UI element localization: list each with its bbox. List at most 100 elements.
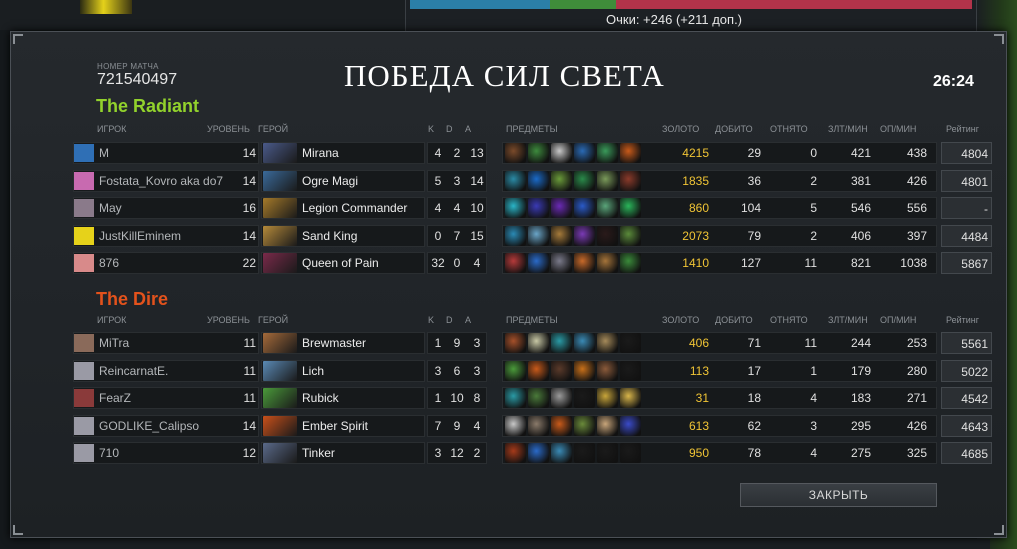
item-icon[interactable]: [597, 253, 618, 273]
item-icon[interactable]: [551, 388, 572, 408]
item-icon[interactable]: [620, 388, 641, 408]
item-icon[interactable]: [505, 253, 526, 273]
player-avatar[interactable]: [74, 334, 94, 352]
hero-portrait-icon[interactable]: [263, 360, 297, 381]
player-row[interactable]: 710 12 Tinker 3 12 2 950 78 4 275 325 4685: [73, 442, 992, 464]
item-icon[interactable]: [551, 253, 572, 273]
player-avatar[interactable]: [74, 199, 94, 217]
item-icon[interactable]: [551, 225, 572, 246]
item-icon[interactable]: [574, 143, 595, 163]
hero-portrait-icon[interactable]: [263, 388, 297, 408]
item-icon[interactable]: [528, 253, 549, 273]
player-row[interactable]: May 16 Legion Commander 4 4 10 860 104 5 546 556 -: [73, 197, 992, 219]
hero-portrait-icon[interactable]: [263, 225, 297, 246]
item-icon[interactable]: [505, 333, 526, 353]
player-row[interactable]: M 14 Mirana 4 2 13 4215 29 0 421 438 4804: [73, 142, 992, 164]
item-icon[interactable]: [551, 143, 572, 163]
item-icon[interactable]: [620, 143, 641, 163]
player-name[interactable]: MiTra: [99, 336, 227, 350]
item-icon[interactable]: [505, 415, 526, 436]
item-icon[interactable]: [505, 198, 526, 218]
item-icon[interactable]: [528, 143, 549, 163]
hero-portrait-icon[interactable]: [263, 170, 297, 191]
item-icon[interactable]: [528, 415, 549, 436]
item-icon[interactable]: [551, 198, 572, 218]
player-row[interactable]: MiTra 11 Brewmaster 1 9 3 406 71 11 244 253 5561: [73, 332, 992, 354]
close-button[interactable]: ЗАКРЫТЬ: [740, 483, 937, 507]
item-icon[interactable]: [597, 143, 618, 163]
item-icon[interactable]: [597, 388, 618, 408]
item-icon[interactable]: [620, 253, 641, 273]
item-icon[interactable]: [597, 333, 618, 353]
hero-portrait-icon[interactable]: [263, 198, 297, 218]
player-row[interactable]: GODLIKE_Calipso 14 Ember Spirit 7 9 4 613 62 3 29…: [73, 414, 992, 437]
item-icon[interactable]: [620, 225, 641, 246]
item-icon[interactable]: [505, 225, 526, 246]
item-icon[interactable]: [505, 170, 526, 191]
player-name[interactable]: May: [99, 201, 227, 215]
player-avatar[interactable]: [74, 416, 94, 435]
item-icon[interactable]: [620, 170, 641, 191]
player-row[interactable]: 876 22 Queen of Pain 32 0 4 1410 127 11 821 1038 58…: [73, 252, 992, 274]
item-icon[interactable]: [597, 360, 618, 381]
item-icon[interactable]: [574, 443, 595, 463]
player-name[interactable]: 710: [99, 446, 227, 460]
hero-portrait-icon[interactable]: [263, 253, 297, 273]
item-icon[interactable]: [574, 198, 595, 218]
player-avatar[interactable]: [74, 144, 94, 162]
player-name[interactable]: M: [99, 146, 227, 160]
item-icon[interactable]: [528, 360, 549, 381]
item-icon[interactable]: [528, 225, 549, 246]
item-icon[interactable]: [574, 415, 595, 436]
item-icon[interactable]: [620, 443, 641, 463]
item-icon[interactable]: [620, 360, 641, 381]
player-name[interactable]: GODLIKE_Calipso: [99, 419, 227, 433]
hero-portrait-icon[interactable]: [263, 415, 297, 436]
item-icon[interactable]: [574, 225, 595, 246]
hero-portrait-icon[interactable]: [263, 443, 297, 463]
item-icon[interactable]: [505, 388, 526, 408]
player-avatar[interactable]: [74, 389, 94, 407]
player-avatar[interactable]: [74, 361, 94, 380]
item-icon[interactable]: [574, 360, 595, 381]
player-row[interactable]: ReincarnatE. 11 Lich 3 6 3 113 17 1 179 280 5022: [73, 359, 992, 382]
item-icon[interactable]: [620, 333, 641, 353]
player-row[interactable]: FearZ 11 Rubick 1 10 8 31 18 4 183 271 4542: [73, 387, 992, 409]
item-icon[interactable]: [551, 170, 572, 191]
hero-portrait-icon[interactable]: [263, 143, 297, 163]
item-icon[interactable]: [620, 415, 641, 436]
player-name[interactable]: FearZ: [99, 391, 227, 405]
item-icon[interactable]: [528, 388, 549, 408]
item-icon[interactable]: [574, 253, 595, 273]
item-icon[interactable]: [574, 333, 595, 353]
item-icon[interactable]: [574, 170, 595, 191]
item-icon[interactable]: [505, 443, 526, 463]
player-avatar[interactable]: [74, 226, 94, 245]
player-name[interactable]: JustKillEminem: [99, 229, 227, 243]
player-row[interactable]: Fostata_Kovro aka do7 14 Ogre Magi 5 3 14 1835…: [73, 169, 992, 192]
player-avatar[interactable]: [74, 444, 94, 462]
item-icon[interactable]: [597, 225, 618, 246]
item-icon[interactable]: [597, 170, 618, 191]
hero-portrait-icon[interactable]: [263, 333, 297, 353]
item-icon[interactable]: [528, 198, 549, 218]
item-icon[interactable]: [551, 360, 572, 381]
player-row[interactable]: JustKillEminem 14 Sand King 0 7 15 2073 79 2 406 3…: [73, 224, 992, 247]
player-avatar[interactable]: [74, 171, 94, 190]
player-name[interactable]: Fostata_Kovro aka do7: [99, 174, 227, 188]
item-icon[interactable]: [597, 415, 618, 436]
item-icon[interactable]: [528, 443, 549, 463]
item-icon[interactable]: [597, 443, 618, 463]
item-icon[interactable]: [551, 333, 572, 353]
item-icon[interactable]: [551, 415, 572, 436]
item-icon[interactable]: [597, 198, 618, 218]
item-icon[interactable]: [528, 170, 549, 191]
player-avatar[interactable]: [74, 254, 94, 272]
item-icon[interactable]: [574, 388, 595, 408]
item-icon[interactable]: [505, 360, 526, 381]
player-name[interactable]: ReincarnatE.: [99, 364, 227, 378]
item-icon[interactable]: [505, 143, 526, 163]
item-icon[interactable]: [551, 443, 572, 463]
player-name[interactable]: 876: [99, 256, 227, 270]
item-icon[interactable]: [528, 333, 549, 353]
